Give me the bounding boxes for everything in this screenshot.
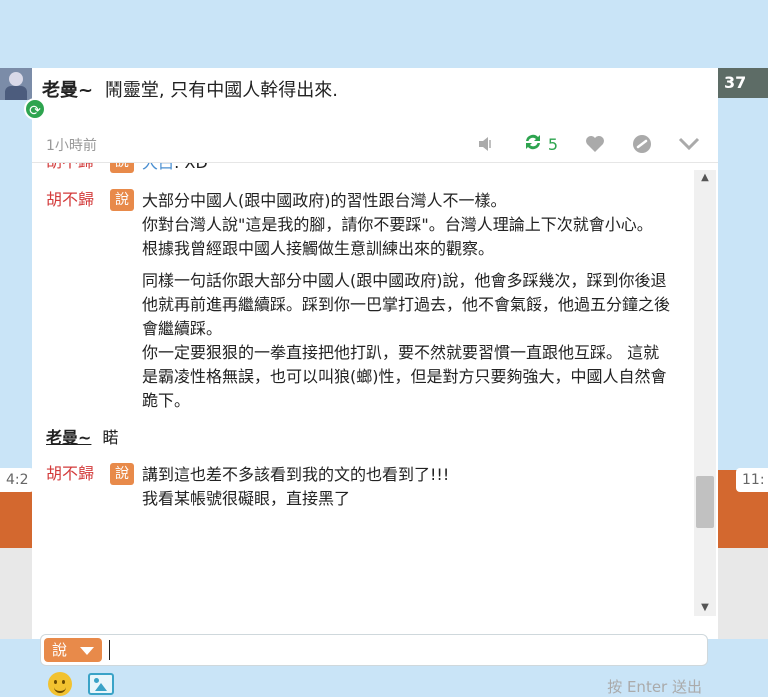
comment-item: 胡不歸 說 大部分中國人(跟中國政府)的習性跟台灣人不一樣。 你對台灣人說"這是… [32, 189, 692, 413]
say-mode-label: 說 [52, 641, 68, 659]
side-card-count[interactable]: 37 [718, 68, 768, 98]
say-badge: 說 [110, 189, 134, 211]
repost-button[interactable]: 5 [522, 132, 558, 157]
scroll-down-arrow-icon[interactable]: ▼ [694, 600, 716, 616]
post-author[interactable]: 老曼~ [42, 80, 93, 101]
caret-down-icon [80, 647, 94, 655]
repost-icon [522, 132, 544, 157]
comments-scrollbar[interactable]: ▲ ▼ [694, 170, 716, 616]
comment-paragraph: 大部分中國人(跟中國政府)的習性跟台灣人不一樣。 你對台灣人說"這是我的腳，請你… [142, 191, 653, 258]
reply-text: 睰 [102, 428, 119, 447]
post-text: 老曼~ 鬧靈堂, 只有中國人幹得出來. [42, 76, 338, 102]
comment-mention-link[interactable]: 大白 [142, 163, 174, 172]
comment-item: 胡不歸 說 大白: XD [32, 163, 692, 175]
avatar-body [5, 86, 27, 100]
composer-area [32, 616, 718, 636]
post-body: 鬧靈堂, 只有中國人幹得出來. [104, 80, 338, 101]
comment-author[interactable]: 胡不歸 [46, 189, 110, 211]
send-hint: 按 Enter 送出 [607, 678, 702, 696]
side-time-right: 11: [736, 468, 768, 492]
smiley-icon[interactable] [48, 672, 72, 696]
comment-item: 胡不歸 說 講到這也差不多該看到我的文的也看到了!!! 我看某帳號很礙眼，直接黑… [32, 463, 692, 511]
repost-count: 5 [547, 134, 558, 154]
speaker-icon[interactable] [476, 134, 496, 154]
reply-line: 老曼~ 睰 [32, 427, 692, 449]
comment-author[interactable]: 胡不歸 [46, 163, 110, 173]
side-time-left: 4:2 [0, 468, 34, 492]
comment-text: 大部分中國人(跟中國政府)的習性跟台灣人不一樣。 你對台灣人說"這是我的腳，請你… [142, 189, 672, 413]
scroll-thumb[interactable] [696, 476, 714, 528]
comment-author[interactable]: 胡不歸 [46, 463, 110, 485]
heart-icon[interactable] [584, 134, 606, 154]
say-badge: 說 [110, 463, 134, 485]
comment-text: 大白: XD [142, 163, 672, 175]
scroll-up-arrow-icon[interactable]: ▲ [694, 170, 716, 186]
text-cursor [109, 640, 110, 660]
post-meta: 1小時前 5 [32, 126, 718, 162]
post-actions: 5 [450, 126, 700, 162]
sync-icon[interactable]: ⟳ [24, 98, 46, 120]
reply-user[interactable]: 老曼~ [46, 428, 91, 447]
post-time[interactable]: 1小時前 [46, 135, 97, 155]
comment-paragraph: 講到這也差不多該看到我的文的也看到了!!! 我看某帳號很礙眼，直接黑了 [142, 465, 450, 508]
avatar[interactable] [0, 68, 32, 100]
comments-list[interactable]: 胡不歸 說 大白: XD 胡不歸 說 大部分中國人(跟中國政府)的習性跟台灣人不… [32, 163, 692, 616]
comment-text: 講到這也差不多該看到我的文的也看到了!!! 我看某帳號很礙眼，直接黑了 [142, 463, 672, 511]
comment-suffix: : XD [174, 163, 208, 172]
avatar-head [9, 72, 23, 86]
say-badge: 說 [110, 163, 134, 173]
link-icon[interactable] [632, 134, 652, 154]
comment-paragraph: 同樣一句話你跟大部分中國人(跟中國政府)說，他會多踩幾次，踩到你後退他就再前進再… [142, 271, 671, 410]
chevron-down-icon[interactable] [678, 137, 700, 151]
say-mode-dropdown[interactable]: 說 [44, 638, 102, 662]
post-card: 老曼~ 鬧靈堂, 只有中國人幹得出來. 1小時前 5 胡不歸 說 大部分中國人(… [32, 68, 718, 696]
image-icon[interactable] [88, 673, 114, 695]
